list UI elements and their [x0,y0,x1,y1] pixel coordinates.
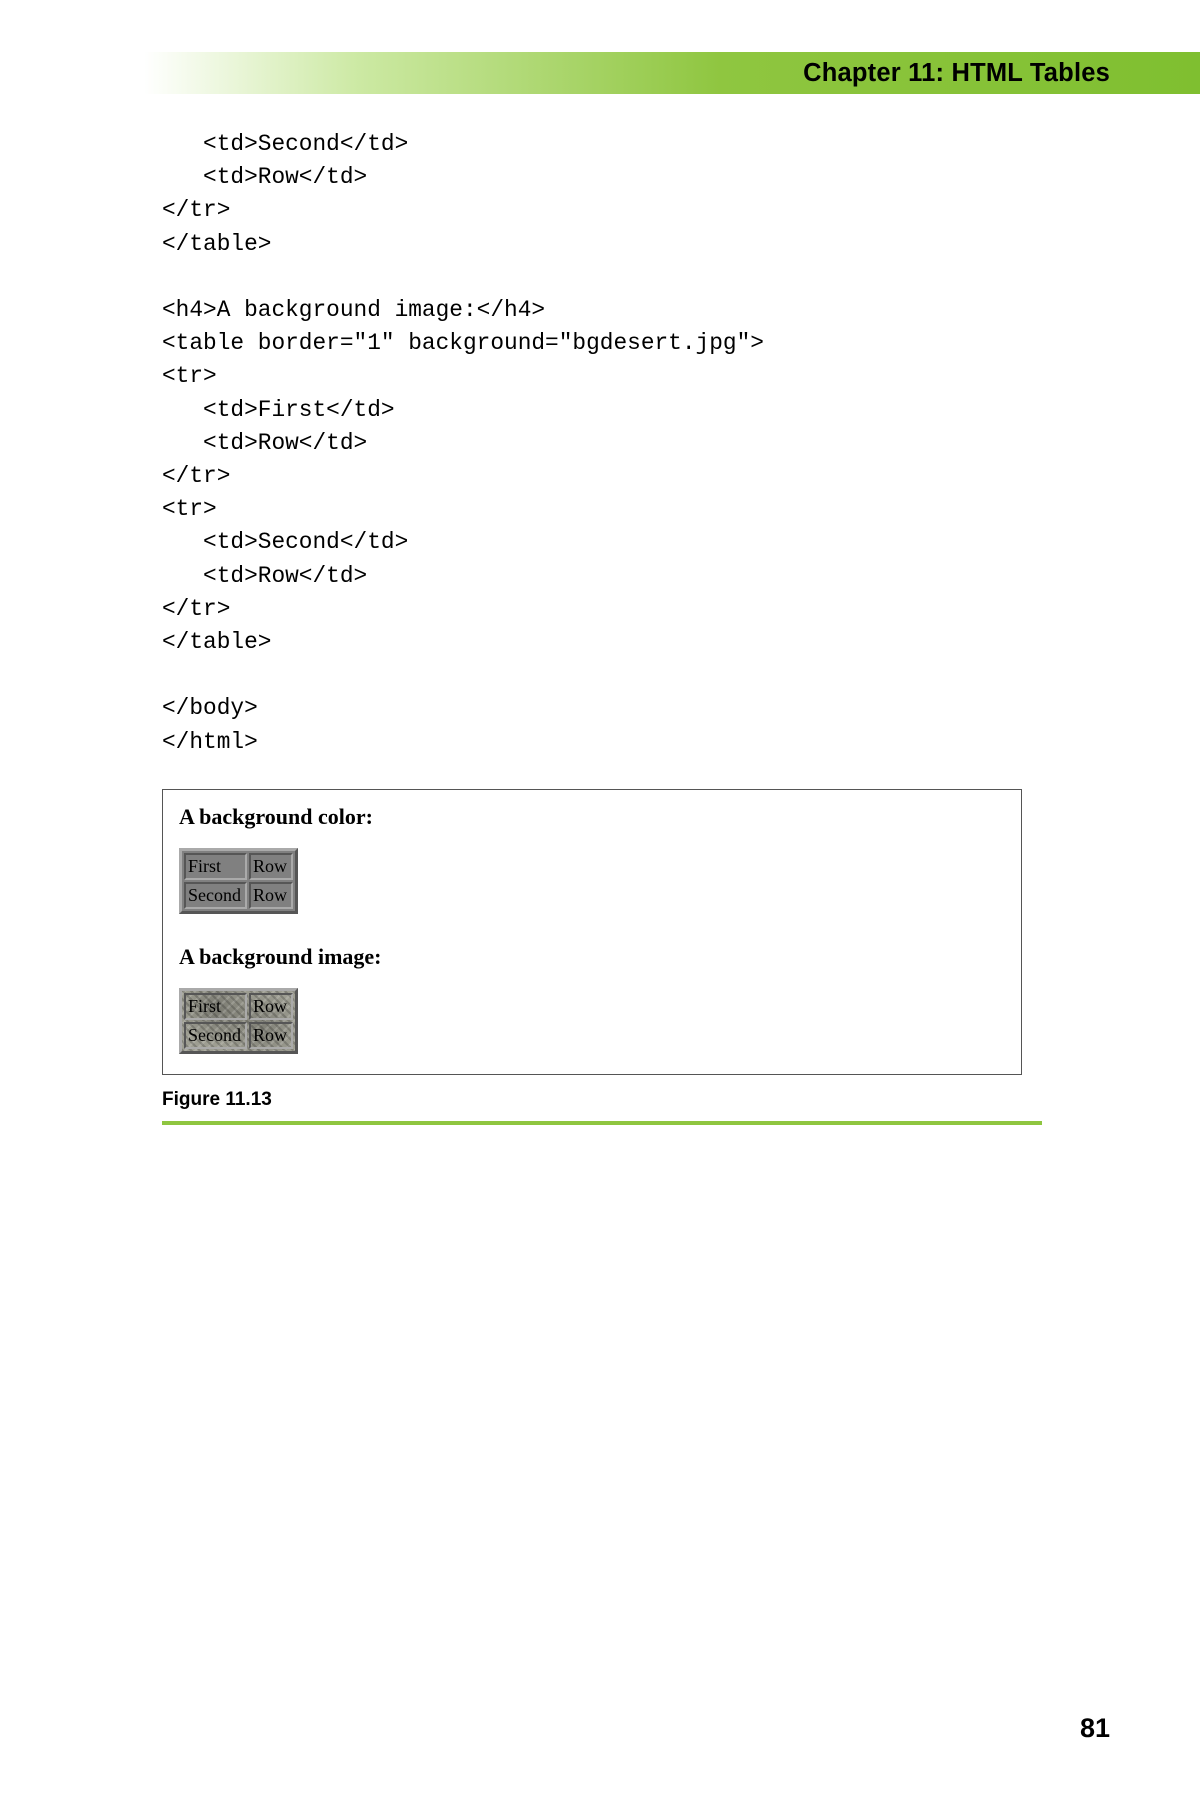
figure-caption: Figure 11.13 [162,1089,1110,1111]
page-content: <td>Second</td> <td>Row</td> </tr> </tab… [162,128,1110,1125]
table-cell: Row [249,882,293,909]
table-cell: Second [184,882,247,909]
page: Chapter 11: HTML Tables <td>Second</td> … [0,0,1200,1800]
demo-table-color: First Row Second Row [179,848,298,914]
table-row: First Row [184,993,293,1020]
code-listing: <td>Second</td> <td>Row</td> </tr> </tab… [162,128,1110,759]
table-cell: Second [184,1022,247,1049]
table-row: Second Row [184,1022,293,1049]
table-row: Second Row [184,882,293,909]
table-cell: First [184,853,247,880]
table-row: First Row [184,853,293,880]
figure-render-box: A background color: First Row Second Row… [162,789,1022,1075]
render-heading-image: A background image: [179,944,1005,970]
chapter-header-bar: Chapter 11: HTML Tables [0,52,1200,94]
table-cell: First [184,993,247,1020]
table-cell: Row [249,853,293,880]
table-cell: Row [249,1022,293,1049]
table-cell: Row [249,993,293,1020]
section-rule [162,1121,1042,1125]
demo-table-image: First Row Second Row [179,988,298,1054]
page-number: 81 [1080,1713,1110,1744]
chapter-title: Chapter 11: HTML Tables [803,52,1110,94]
render-heading-color: A background color: [179,804,1005,830]
